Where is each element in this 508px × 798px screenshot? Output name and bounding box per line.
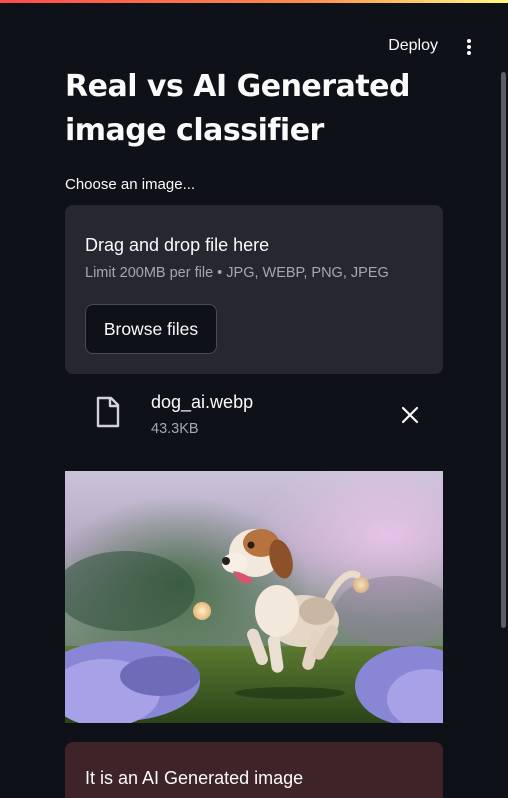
scrollbar-thumb[interactable]: [501, 72, 506, 628]
uploader-label: Choose an image...: [65, 176, 196, 193]
file-dropzone[interactable]: Drag and drop file here Limit 200MB per …: [65, 205, 443, 374]
result-text: It is an AI Generated image: [85, 768, 304, 788]
file-icon: [96, 396, 120, 428]
page-title: Real vs AI Generated image classifier: [65, 69, 410, 148]
result-alert: It is an AI Generated image: [65, 742, 443, 798]
uploaded-image-preview: [65, 471, 443, 723]
dropzone-limit-text: Limit 200MB per file • JPG, WEBP, PNG, J…: [85, 265, 389, 281]
file-size: 43.3KB: [151, 421, 199, 437]
header-decoration-bar: [0, 0, 508, 3]
uploaded-file-row: dog_ai.webp 43.3KB: [65, 386, 443, 444]
more-vertical-icon[interactable]: [460, 35, 478, 57]
app-toolbar: Deploy: [388, 30, 478, 62]
close-icon[interactable]: [399, 404, 421, 426]
dropzone-instructions: Drag and drop file here: [85, 235, 270, 255]
deploy-button[interactable]: Deploy: [388, 37, 438, 55]
file-name: dog_ai.webp: [151, 392, 254, 412]
browse-files-button[interactable]: Browse files: [85, 304, 217, 354]
